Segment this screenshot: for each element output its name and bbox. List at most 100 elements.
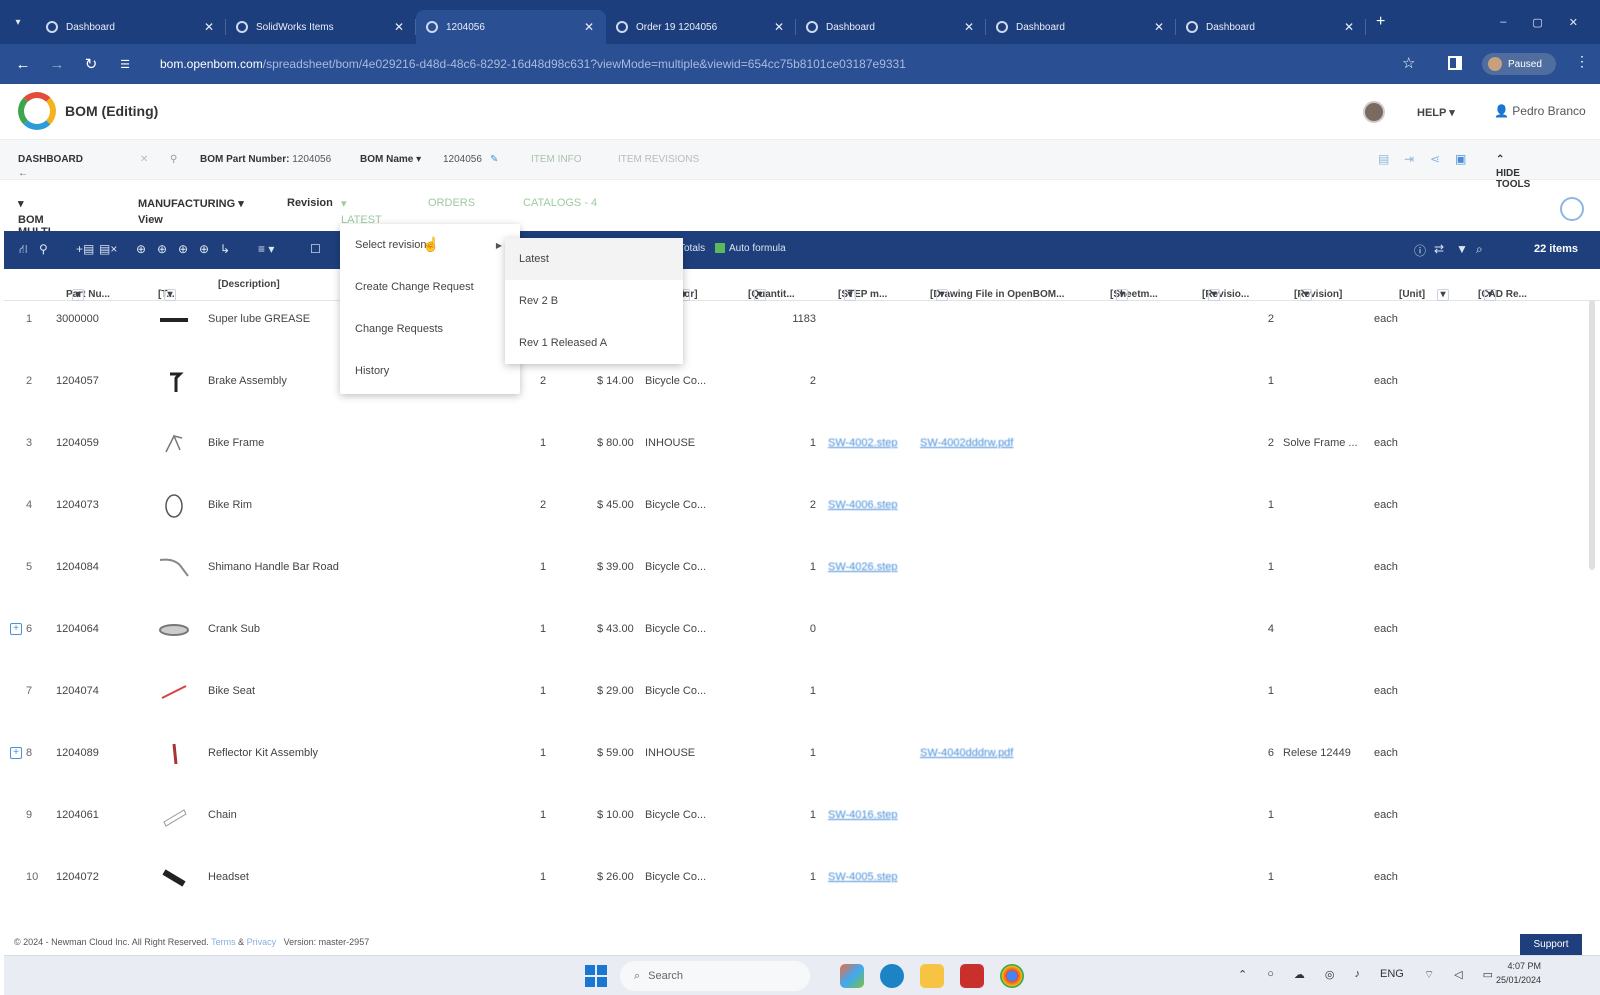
bom-name-dropdown[interactable]: BOM Name ▾ — [360, 154, 421, 165]
browser-tab[interactable]: 1204056 ✕ — [416, 10, 606, 44]
cell-step-file[interactable]: SW-4002.step — [828, 437, 898, 449]
cell-part-number[interactable]: 1204061 — [56, 809, 99, 821]
cell-part-number[interactable]: 3000000 — [56, 313, 99, 325]
cell-part-number[interactable]: 1204073 — [56, 499, 99, 511]
edit-pencil-icon[interactable]: ✎ — [490, 154, 498, 165]
cell-quantity[interactable]: 1 — [810, 871, 816, 883]
export-icon[interactable]: ⇥ — [1404, 152, 1414, 166]
cell-quantity[interactable]: 1 — [810, 747, 816, 759]
browser-tab[interactable]: Dashboard ✕ — [986, 10, 1176, 44]
chevron-up-icon[interactable]: ⌃ — [1238, 968, 1247, 982]
dashboard-link[interactable]: ← DASHBOARD — [18, 154, 83, 179]
cell-vendor[interactable]: Bicycle Co... — [645, 809, 706, 821]
bom-type-dropdown[interactable]: BOM MULTI-LEVEL ▾ — [18, 197, 54, 250]
cell-vendor[interactable]: Bicycle Co... — [645, 499, 706, 511]
close-tab-icon[interactable]: ✕ — [394, 20, 404, 34]
table-row[interactable]: 4 1204073 Bike Rim 2 $ 45.00 Bicycle Co... 2 SW… — [4, 476, 1600, 538]
close-tab-icon[interactable]: ✕ — [1344, 20, 1354, 34]
taskbar-search[interactable]: ⌕ Search — [620, 961, 810, 991]
info-icon[interactable]: ⓘ — [1414, 242, 1426, 259]
expand-row-icon[interactable]: + — [10, 747, 22, 759]
windows-start-icon[interactable] — [585, 965, 607, 987]
table-row[interactable]: 10 1204072 Headset 1 $ 26.00 Bicycle Co... 1 SW… — [4, 848, 1600, 910]
browser-tab[interactable]: Order 19 1204056 ✕ — [606, 10, 796, 44]
cell-vendor[interactable]: Bicycle Co... — [645, 375, 706, 387]
cell-qty[interactable]: 1 — [540, 685, 546, 697]
submenu-item-rev-2-b[interactable]: Rev 2 B — [505, 280, 683, 322]
close-tab-icon[interactable]: ✕ — [1154, 20, 1164, 34]
tray-app-icon[interactable]: ○ — [1267, 968, 1274, 982]
revision-dropdown[interactable]: LATEST ▾ — [341, 197, 382, 226]
user-menu[interactable]: 👤 Pedro Branco — [1494, 104, 1586, 118]
cell-quantity[interactable]: 1 — [810, 561, 816, 573]
cloud-icon[interactable]: ☁ — [1294, 968, 1305, 982]
privacy-link[interactable]: Privacy — [247, 937, 277, 947]
cell-revision-number[interactable]: 1 — [1268, 561, 1274, 573]
cell-unit[interactable]: each — [1374, 685, 1398, 697]
solidworks-icon[interactable] — [960, 964, 984, 988]
cell-revision-number[interactable]: 1 — [1268, 871, 1274, 883]
expand-row-icon[interactable]: + — [10, 623, 22, 635]
hide-tools-button[interactable]: HIDE TOOLS ⌃ — [1496, 154, 1530, 190]
side-panel-icon[interactable] — [1448, 56, 1462, 70]
cell-description[interactable]: Bike Seat — [208, 685, 255, 697]
volume-icon[interactable]: ◁ — [1454, 968, 1462, 982]
profile-button[interactable]: Paused — [1482, 53, 1556, 75]
cell-vendor[interactable]: INHOUSE — [645, 437, 695, 449]
indent-icon[interactable]: ↳ — [220, 242, 230, 256]
cell-vendor[interactable]: Bicycle Co... — [645, 561, 706, 573]
cell-unit[interactable]: each — [1374, 871, 1398, 883]
hierarchy-icon[interactable]: ⛙ — [19, 242, 27, 258]
back-icon[interactable]: ← — [6, 56, 40, 73]
cell-part-number[interactable]: 1204074 — [56, 685, 99, 697]
cell-unit[interactable]: each — [1374, 747, 1398, 759]
cell-description[interactable]: Crank Sub — [208, 623, 260, 635]
close-editing-icon[interactable]: ✕ — [140, 154, 148, 165]
close-window-icon[interactable]: ✕ — [1569, 16, 1578, 29]
maximize-icon[interactable]: ▢ — [1532, 16, 1542, 29]
checkbox-icon[interactable]: ☐ — [310, 242, 321, 256]
add-catalog-icon[interactable]: ⊕ — [199, 242, 209, 256]
menu-item-create-change-request[interactable]: Create Change Request — [340, 266, 520, 308]
cell-step-file[interactable]: SW-4026.step — [828, 561, 898, 573]
swap-icon[interactable]: ⇄ — [1434, 242, 1444, 256]
filter-icon[interactable]: ▼ — [1456, 242, 1468, 256]
filter-level-icon[interactable]: ⚲ — [39, 242, 48, 256]
view-dropdown[interactable]: View MANUFACTURING ▾ — [138, 197, 244, 226]
tab-item-info[interactable]: ITEM INFO — [531, 154, 582, 165]
cell-qty[interactable]: 2 — [540, 499, 546, 511]
cell-unit[interactable]: each — [1374, 809, 1398, 821]
forward-icon[interactable]: → — [40, 56, 74, 73]
cell-vendor[interactable]: Bicycle Co... — [645, 623, 706, 635]
add-icon[interactable]: ⊕ — [136, 242, 146, 256]
search-icon[interactable]: ⌕ — [1476, 242, 1483, 257]
cell-cost[interactable]: $ 80.00 — [597, 437, 634, 449]
browser-tab[interactable]: Dashboard ✕ — [796, 10, 986, 44]
tab-item-revisions[interactable]: ITEM REVISIONS — [618, 154, 699, 165]
col-description[interactable]: [Description] — [218, 279, 280, 290]
auto-formula-toggle[interactable]: Auto formula — [715, 243, 786, 254]
cell-part-number[interactable]: 1204059 — [56, 437, 99, 449]
cell-unit[interactable]: each — [1374, 499, 1398, 511]
wifi-icon[interactable]: ⌔ — [1424, 968, 1434, 982]
cell-unit[interactable]: each — [1374, 623, 1398, 635]
cell-part-number[interactable]: 1204089 — [56, 747, 99, 759]
cell-unit[interactable]: each — [1374, 561, 1398, 573]
taskbar-clock[interactable]: 4:07 PM 25/01/2024 — [1496, 959, 1541, 987]
cell-step-file[interactable]: SW-4016.step — [828, 809, 898, 821]
avatar[interactable] — [1363, 101, 1385, 123]
cell-vendor[interactable]: Bicycle Co... — [645, 685, 706, 697]
cell-qty[interactable]: 1 — [540, 871, 546, 883]
minimize-icon[interactable]: – — [1500, 16, 1506, 29]
edge-icon[interactable] — [880, 964, 904, 988]
table-row[interactable]: 2 1204057 Brake Assembly 2 $ 14.00 Bicycle Co… — [4, 352, 1600, 414]
menu-item-change-requests[interactable]: Change Requests — [340, 308, 520, 350]
openbom-logo[interactable] — [18, 92, 56, 130]
table-row[interactable]: 7 1204074 Bike Seat 1 $ 29.00 Bicycle Co... 1 1… — [4, 662, 1600, 724]
close-tab-icon[interactable]: ✕ — [964, 20, 974, 34]
network-app-icon[interactable]: ◎ — [1325, 968, 1335, 982]
cell-cost[interactable]: $ 45.00 — [597, 499, 634, 511]
vertical-scrollbar[interactable] — [1589, 300, 1595, 570]
refresh-icon[interactable] — [1560, 197, 1584, 221]
terms-link[interactable]: Terms — [211, 937, 236, 947]
